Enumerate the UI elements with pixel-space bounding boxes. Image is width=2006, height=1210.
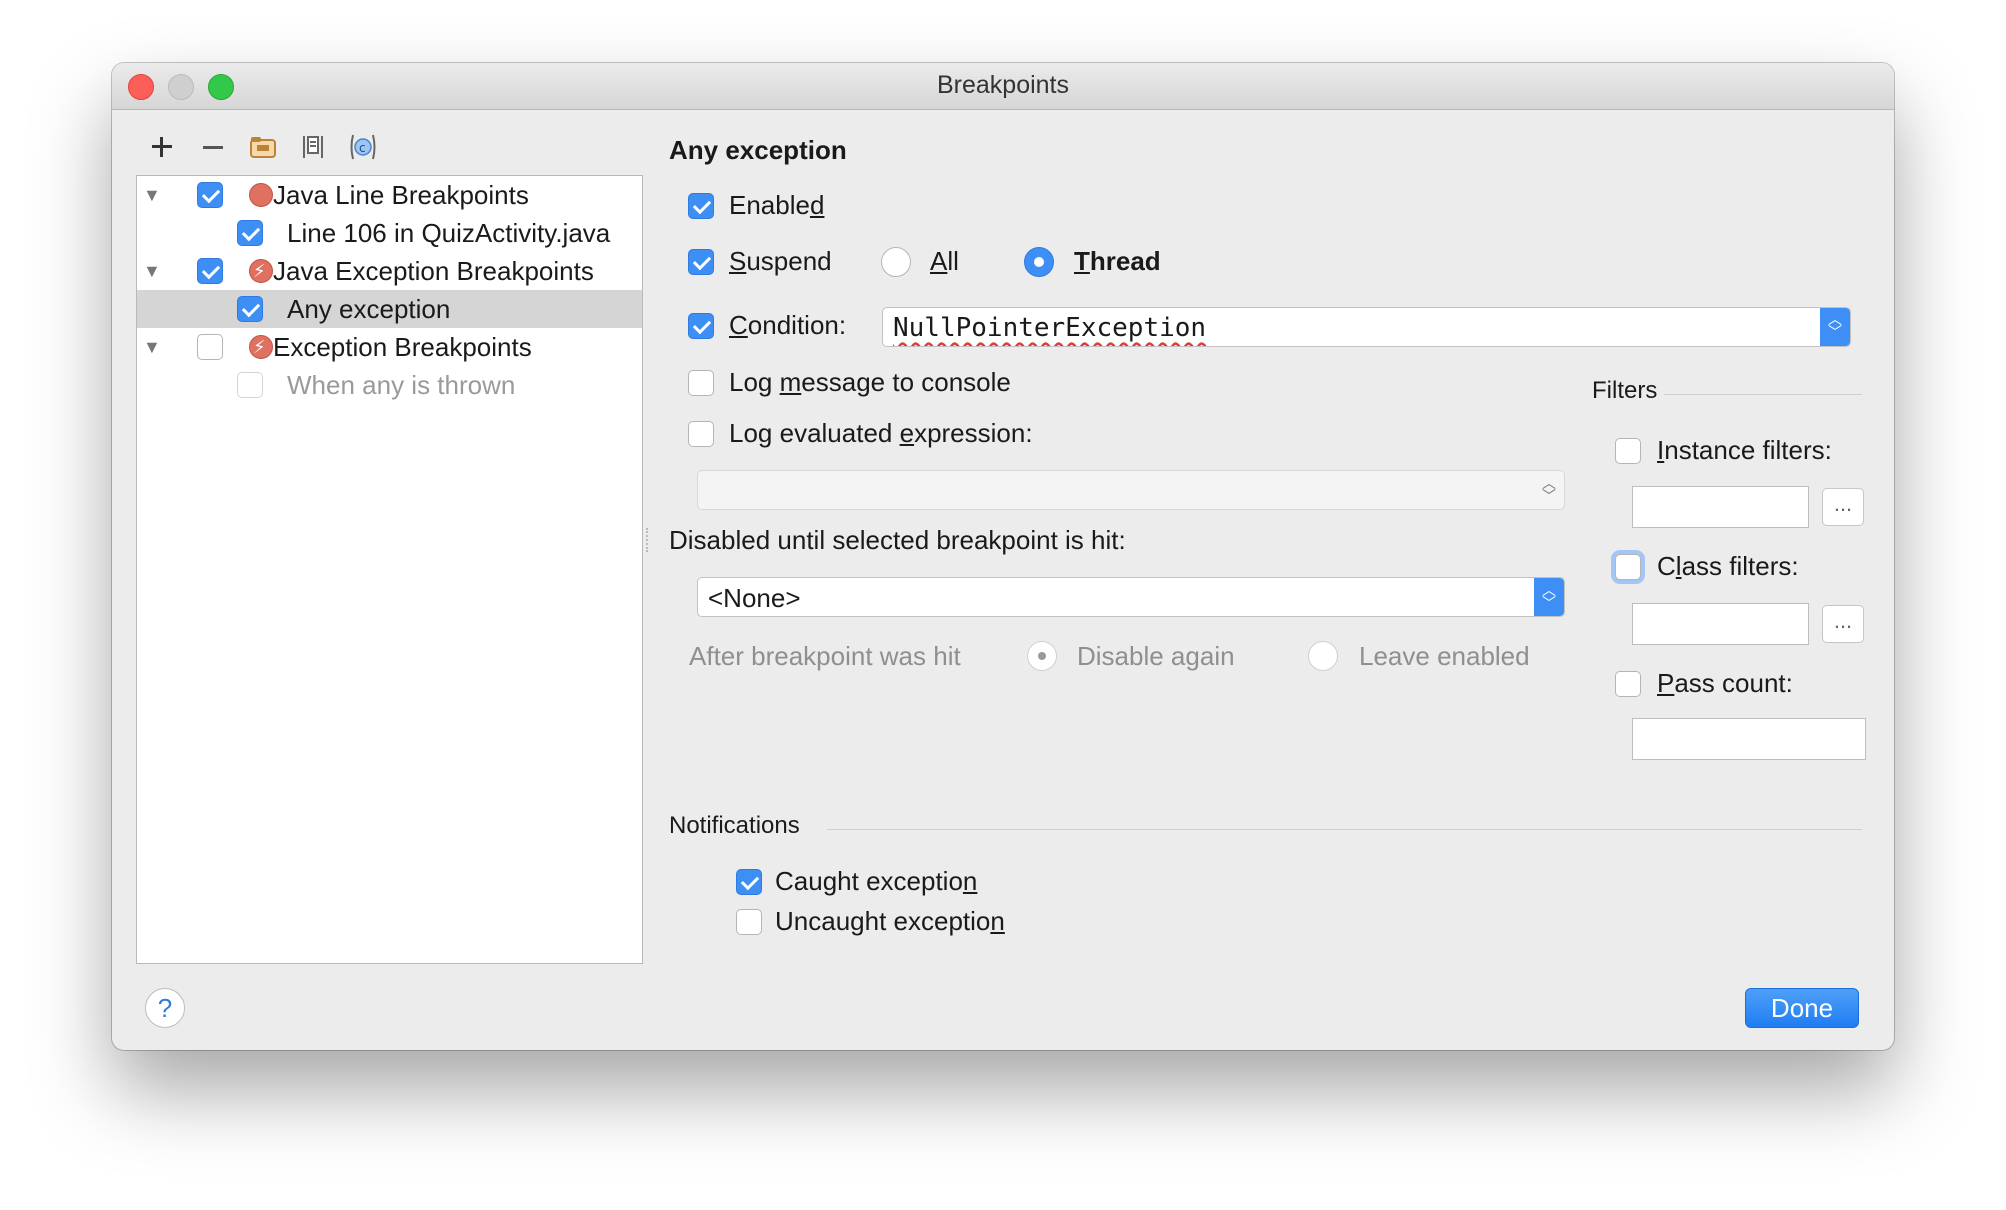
log-message-checkbox[interactable] bbox=[688, 370, 714, 396]
log-expression-checkbox[interactable] bbox=[688, 421, 714, 447]
exception-breakpoint-icon bbox=[249, 328, 273, 366]
uncaught-exception-label: Uncaught exception bbox=[775, 906, 1005, 936]
leave-enabled-radio[interactable] bbox=[1308, 641, 1338, 671]
tree-item-label: Exception Breakpoints bbox=[273, 332, 532, 362]
instance-filters-checkbox[interactable] bbox=[1615, 438, 1641, 464]
window-title: Breakpoints bbox=[936, 71, 1070, 99]
title-bar: Breakpoints bbox=[112, 63, 1894, 110]
expand-arrow-icon[interactable]: ▼ bbox=[143, 176, 161, 214]
notifications-title: Notifications bbox=[669, 812, 800, 839]
caught-exception-label: Caught exception bbox=[775, 866, 978, 896]
disabled-until-label: Disabled until selected breakpoint is hi… bbox=[669, 525, 1126, 555]
uncaught-exception-checkbox[interactable] bbox=[736, 909, 762, 935]
tree-group-exception-breakpoints[interactable]: ▼ Exception Breakpoints bbox=[137, 328, 642, 366]
line-106-checkbox[interactable] bbox=[237, 220, 263, 246]
notifications-separator bbox=[827, 829, 1862, 830]
disable-again-radio[interactable] bbox=[1027, 641, 1057, 671]
pass-count-checkbox[interactable] bbox=[1615, 671, 1641, 697]
filters-separator bbox=[1664, 394, 1862, 395]
tree-item-label: Java Exception Breakpoints bbox=[273, 256, 594, 286]
tree-item-any-exception[interactable]: Any exception bbox=[137, 290, 642, 328]
exception-breakpoints-checkbox[interactable] bbox=[197, 334, 223, 360]
help-button[interactable]: ? bbox=[145, 988, 185, 1028]
class-filters-label: Class filters: bbox=[1657, 551, 1799, 581]
minus-icon[interactable] bbox=[195, 129, 231, 165]
condition-expression-input[interactable]: NullPointerException ︿ ﹀ bbox=[882, 307, 1851, 347]
folder-icon[interactable] bbox=[245, 129, 281, 165]
enabled-label: Enabled bbox=[729, 190, 825, 220]
filters-title: Filters bbox=[1592, 377, 1658, 404]
breakpoints-dialog: Breakpoints c ▼ Java Line Breakpoints Li… bbox=[112, 63, 1894, 1050]
any-exception-checkbox[interactable] bbox=[237, 296, 263, 322]
suspend-thread-radio[interactable] bbox=[1024, 247, 1054, 277]
exception-breakpoint-icon bbox=[249, 252, 273, 290]
log-message-label: Log message to console bbox=[729, 367, 1011, 397]
pass-count-input[interactable] bbox=[1632, 718, 1866, 760]
tree-item-label: Java Line Breakpoints bbox=[273, 180, 529, 210]
document-icon[interactable] bbox=[295, 129, 331, 165]
class-filters-input[interactable] bbox=[1632, 603, 1809, 645]
java-exception-breakpoints-checkbox[interactable] bbox=[197, 258, 223, 284]
plus-icon[interactable] bbox=[144, 129, 180, 165]
suspend-label: Suspend bbox=[729, 246, 832, 276]
log-expression-input[interactable]: ︿ ﹀ bbox=[697, 470, 1565, 510]
suspend-all-label: All bbox=[930, 246, 959, 276]
instance-filters-label: Instance filters: bbox=[1657, 435, 1832, 465]
tree-group-java-line-breakpoints[interactable]: ▼ Java Line Breakpoints bbox=[137, 176, 642, 214]
tree-group-java-exception-breakpoints[interactable]: ▼ Java Exception Breakpoints bbox=[137, 252, 642, 290]
tree-item-label: Any exception bbox=[287, 294, 451, 324]
breakpoint-tree[interactable]: ▼ Java Line Breakpoints Line 106 in Quiz… bbox=[136, 175, 643, 964]
pass-count-label: Pass count: bbox=[1657, 668, 1793, 698]
suspend-thread-label: Thread bbox=[1074, 246, 1161, 276]
after-hit-label: After breakpoint was hit bbox=[689, 641, 961, 671]
condition-label: Condition: bbox=[729, 310, 847, 340]
expand-arrow-icon[interactable]: ▼ bbox=[143, 252, 161, 290]
splitter-handle[interactable] bbox=[646, 528, 652, 552]
when-any-thrown-checkbox[interactable] bbox=[237, 372, 263, 398]
class-filters-checkbox[interactable] bbox=[1615, 554, 1641, 580]
svg-text:c: c bbox=[359, 141, 366, 155]
condition-dropdown-arrows-icon[interactable]: ︿ ﹀ bbox=[1820, 308, 1850, 346]
suspend-all-radio[interactable] bbox=[881, 247, 911, 277]
suspend-checkbox[interactable] bbox=[688, 249, 714, 275]
condition-checkbox[interactable] bbox=[688, 313, 714, 339]
details-title: Any exception bbox=[669, 135, 847, 165]
done-button[interactable]: Done bbox=[1745, 988, 1859, 1028]
tree-item-label: Line 106 in QuizActivity.java bbox=[287, 218, 611, 248]
log-expression-label: Log evaluated expression: bbox=[729, 418, 1033, 448]
instance-filters-input[interactable] bbox=[1632, 486, 1809, 528]
disabled-until-value: <None> bbox=[708, 583, 801, 613]
log-expression-arrows-icon[interactable]: ︿ ﹀ bbox=[1534, 471, 1564, 509]
class-c-icon[interactable]: c bbox=[345, 129, 381, 165]
tree-item-when-any-thrown[interactable]: When any is thrown bbox=[137, 366, 642, 404]
disabled-until-select[interactable]: <None> ︿ ﹀ bbox=[697, 577, 1565, 617]
tree-item-label: When any is thrown bbox=[287, 370, 516, 400]
caught-exception-checkbox[interactable] bbox=[736, 869, 762, 895]
instance-filters-browse-button[interactable]: ... bbox=[1822, 488, 1864, 526]
disable-again-label: Disable again bbox=[1077, 641, 1235, 671]
tree-item-line-106[interactable]: Line 106 in QuizActivity.java bbox=[137, 214, 642, 252]
enabled-checkbox[interactable] bbox=[688, 193, 714, 219]
leave-enabled-label: Leave enabled bbox=[1359, 641, 1530, 671]
expand-arrow-icon[interactable]: ▼ bbox=[143, 328, 161, 366]
condition-expression-value: NullPointerException bbox=[893, 313, 1207, 343]
java-line-breakpoints-checkbox[interactable] bbox=[197, 182, 223, 208]
red-breakpoint-icon bbox=[249, 183, 273, 207]
disabled-until-dropdown-icon[interactable]: ︿ ﹀ bbox=[1534, 578, 1564, 616]
class-filters-browse-button[interactable]: ... bbox=[1822, 605, 1864, 643]
